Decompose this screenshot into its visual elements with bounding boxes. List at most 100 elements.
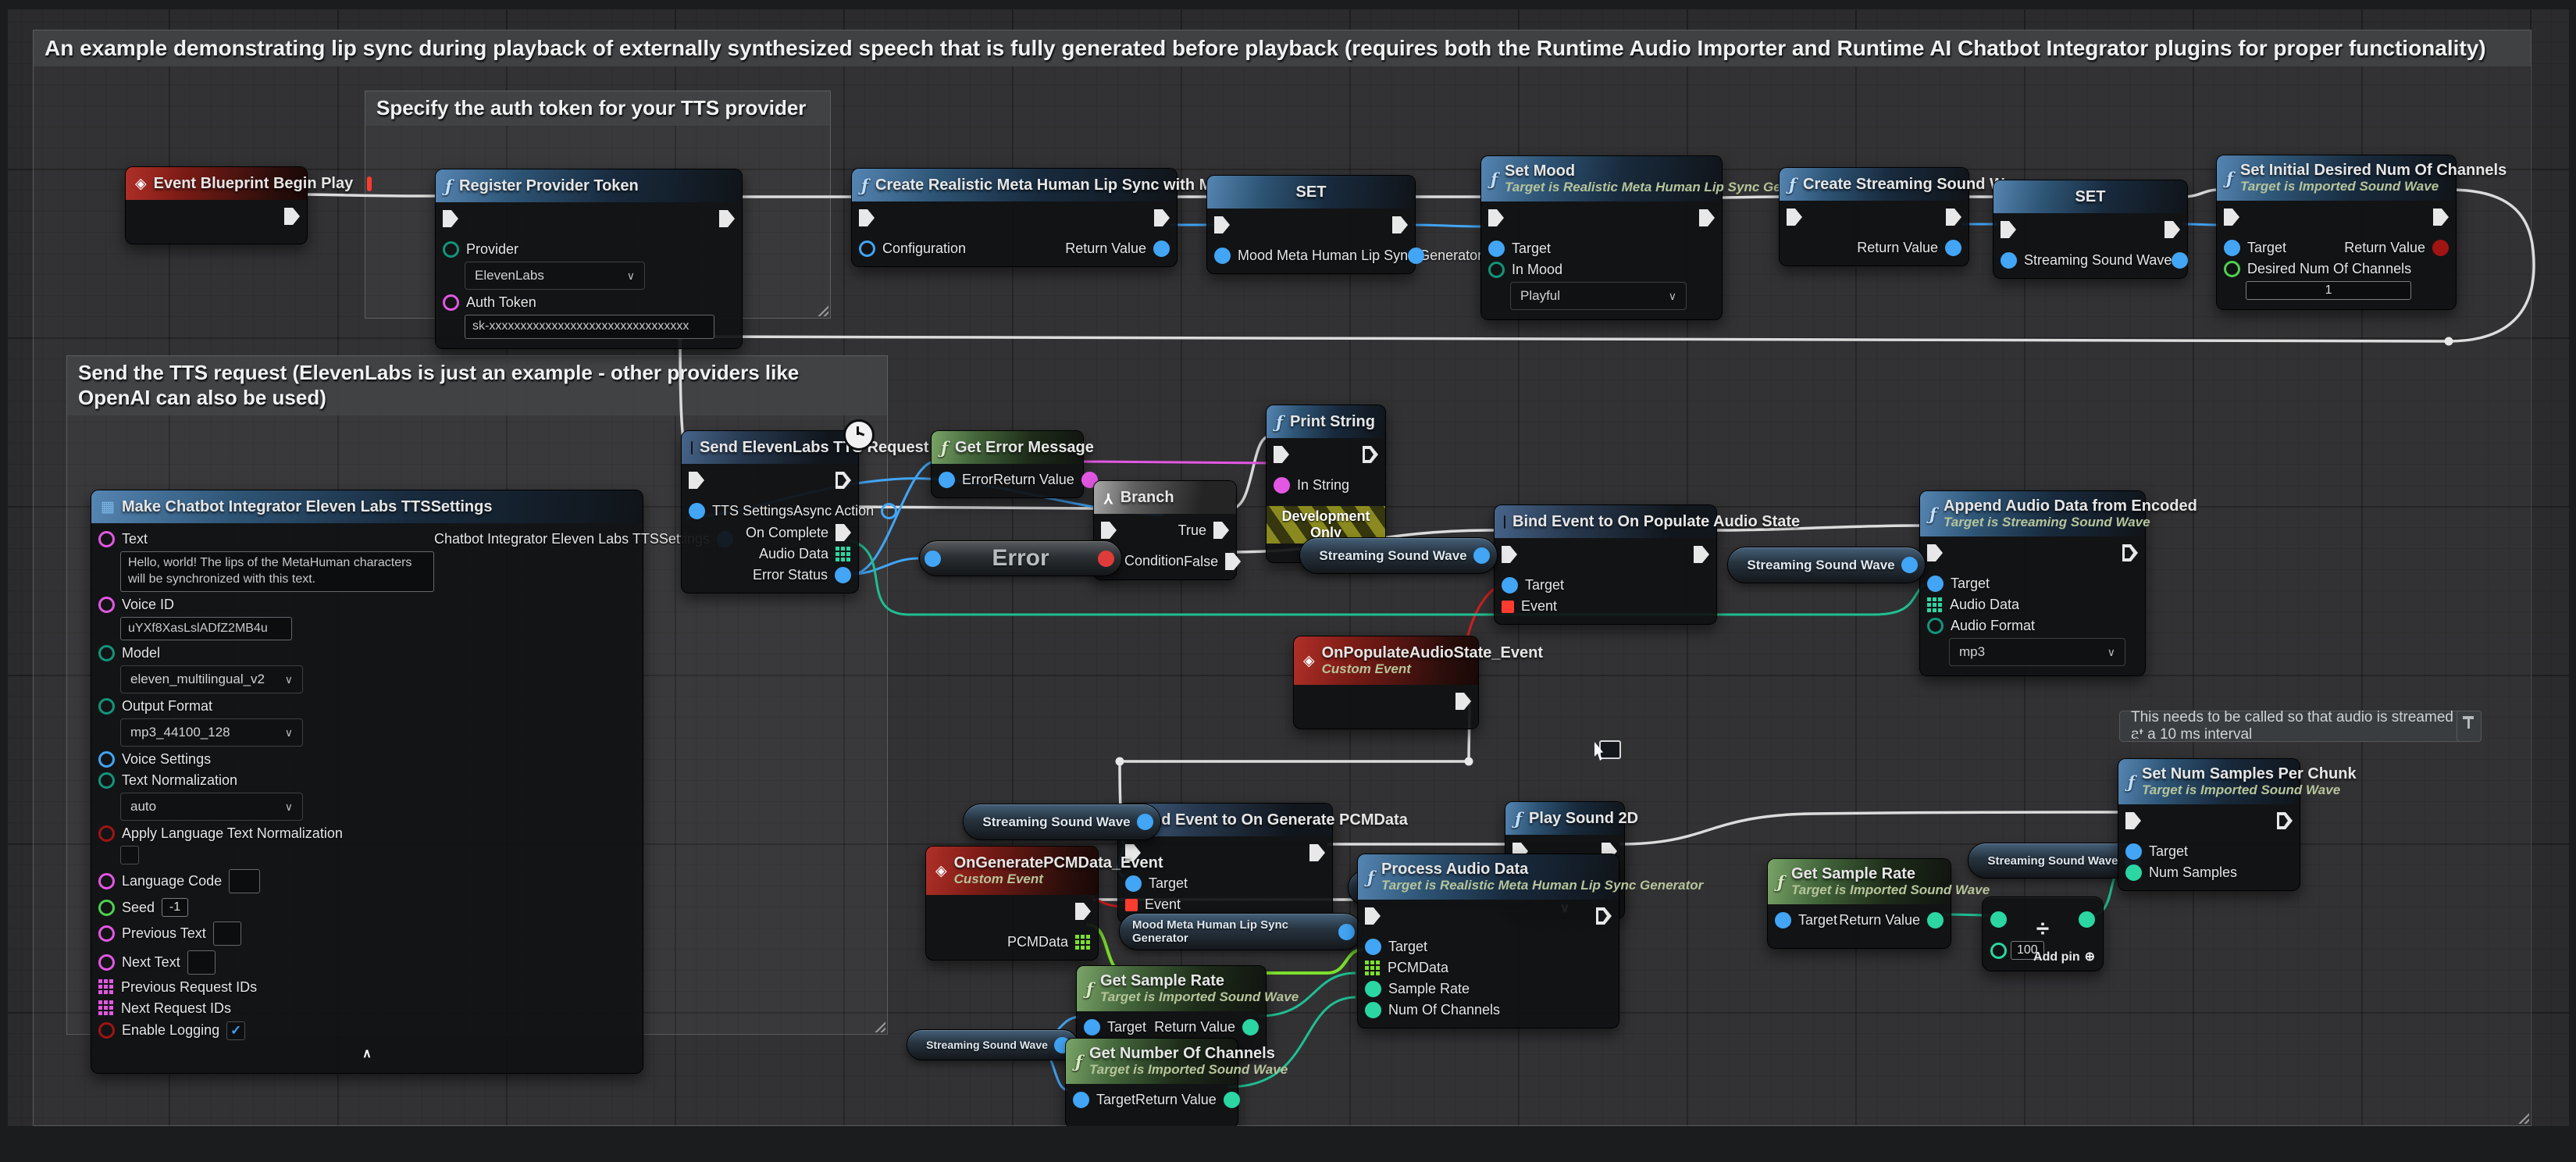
pin-audio-data[interactable]: Audio Data: [1927, 597, 2019, 613]
node-header[interactable]: ƒGet Number Of ChannelsTarget is Importe…: [1066, 1039, 1238, 1084]
data-pin-icon[interactable]: [1927, 618, 1944, 634]
mood-generator-pill[interactable]: Mood Meta Human Lip Sync Generator: [1119, 913, 1363, 950]
delegate-pin-icon[interactable]: [367, 176, 372, 191]
event-begin-play[interactable]: ◈Event Blueprint Begin Play: [125, 166, 308, 244]
exec-pin[interactable]: [1274, 446, 1289, 463]
exec-pin-icon[interactable]: [1488, 209, 1504, 226]
exec-pin[interactable]: [2224, 209, 2239, 226]
delegate-pin-icon[interactable]: [1125, 899, 1138, 911]
exec-pin[interactable]: [689, 472, 704, 489]
dropdown[interactable]: Playful∨: [1510, 282, 1687, 310]
data-pin-icon[interactable]: [1224, 1092, 1240, 1108]
pin-event[interactable]: Event: [1125, 896, 1181, 913]
pin-left[interactable]: [925, 551, 941, 567]
set-num-samples-per-chunk[interactable]: ƒSet Num Samples Per ChunkTarget is Impo…: [2118, 758, 2300, 891]
streaming-sound-wave-pill-3[interactable]: Streaming Sound Wave: [963, 804, 1161, 840]
pin-streaming-sound-wave[interactable]: Streaming Sound Wave: [2001, 252, 2172, 269]
pin-pcmdata[interactable]: PCMData: [1007, 934, 1091, 950]
exec-pin-icon[interactable]: [1154, 209, 1170, 226]
data-pin-icon[interactable]: [443, 294, 459, 311]
data-pin-icon[interactable]: [2224, 261, 2240, 277]
pin-error-status[interactable]: Error Status: [753, 567, 851, 583]
bind-event-on-populate-audio-state[interactable]: Bind Event to On Populate Audio StateTar…: [1494, 504, 1717, 625]
exec-pin-icon[interactable]: [1101, 522, 1117, 539]
exec-pin-icon[interactable]: [1214, 216, 1230, 233]
array-pin-icon[interactable]: [98, 979, 114, 995]
exec-pin[interactable]: [1694, 546, 1709, 563]
data-pin-icon[interactable]: [881, 503, 897, 519]
pin-audio-format[interactable]: Audio Format: [1927, 618, 2125, 634]
pin-target[interactable]: Target: [1365, 939, 1427, 955]
data-pin-icon[interactable]: [1242, 1019, 1259, 1035]
exec-pin[interactable]: On Complete: [746, 524, 851, 541]
divide-operator[interactable]: 100÷Add pin⊕: [1982, 896, 2104, 971]
exec-pin-icon[interactable]: [443, 210, 458, 227]
exec-pin-icon[interactable]: [1392, 216, 1408, 233]
comment-resize-handle[interactable]: [816, 304, 828, 316]
array-pin-icon[interactable]: [1075, 935, 1091, 950]
pin-error[interactable]: Error: [939, 472, 993, 488]
data-pin-icon[interactable]: [2432, 240, 2449, 256]
node-header[interactable]: ƒPrint String: [1267, 405, 1385, 438]
node-header[interactable]: ƒSet Initial Desired Num Of ChannelsTarg…: [2217, 155, 2456, 201]
data-pin-icon[interactable]: [2224, 240, 2240, 256]
exec-pin[interactable]: [1309, 844, 1325, 861]
pin-text-normalization[interactable]: Text Normalization: [98, 772, 303, 789]
create-streaming-sound-wave[interactable]: ƒCreate Streaming Sound WaveReturn Value: [1779, 167, 1969, 266]
checkbox[interactable]: [120, 846, 139, 864]
data-pin-icon[interactable]: [939, 472, 955, 488]
comment-title[interactable]: Send the TTS request (ElevenLabs is just…: [67, 356, 887, 415]
get-number-of-channels[interactable]: ƒGet Number Of ChannelsTarget is Importe…: [1065, 1038, 1238, 1128]
data-pin-icon[interactable]: [1927, 576, 1944, 592]
pin-right[interactable]: [1338, 924, 1355, 940]
exec-pin[interactable]: [1488, 209, 1504, 226]
pin-async-action[interactable]: Async Action: [793, 503, 897, 519]
make-chatbot-ttssettings[interactable]: ▦Make Chatbot Integrator Eleven Labs TTS…: [91, 490, 643, 1074]
exec-pin[interactable]: [443, 210, 458, 227]
exec-pin-icon[interactable]: [1946, 209, 1961, 226]
exec-pin-icon[interactable]: [1927, 544, 1943, 561]
text-input[interactable]: [229, 869, 260, 893]
exec-pin[interactable]: [2001, 221, 2016, 238]
node-header[interactable]: ƒGet Sample RateTarget is Imported Sound…: [1768, 859, 1951, 904]
comment-resize-handle[interactable]: [2517, 1111, 2529, 1124]
array-pin-icon[interactable]: [1927, 597, 1943, 613]
data-pin-icon[interactable]: [689, 503, 705, 519]
dropdown[interactable]: eleven_multilingual_v2∨: [120, 665, 303, 693]
pin-voice-settings[interactable]: Voice Settings: [98, 751, 211, 768]
text-area[interactable]: Hello, world! The lips of the MetaHuman …: [120, 551, 434, 592]
data-pin-icon[interactable]: [98, 825, 115, 842]
node-header[interactable]: ƒCreate Realistic Meta Human Lip Sync wi…: [852, 169, 1177, 201]
exec-pin-icon[interactable]: [859, 209, 875, 226]
blueprint-graph-canvas[interactable]: An example demonstrating lip sync during…: [0, 0, 2576, 1162]
data-pin-icon[interactable]: [1365, 1002, 1381, 1018]
data-pin-icon[interactable]: [2125, 843, 2142, 860]
exec-pin[interactable]: [1927, 544, 1943, 561]
exec-pin[interactable]: [1154, 209, 1170, 226]
node-header[interactable]: ƒSet Num Samples Per ChunkTarget is Impo…: [2118, 759, 2300, 804]
comment-resize-handle[interactable]: [873, 1020, 885, 1032]
data-pin-icon[interactable]: [1775, 912, 1791, 929]
dropdown[interactable]: ElevenLabs∨: [465, 262, 645, 290]
array-pin-icon[interactable]: [98, 1000, 114, 1016]
node-header[interactable]: ƒGet Sample RateTarget is Imported Sound…: [1077, 966, 1266, 1011]
pin-return-value[interactable]: Return Value: [1135, 1092, 1240, 1108]
node-header[interactable]: ◈Event Blueprint Begin Play: [126, 167, 307, 200]
node-header[interactable]: ƒSet MoodTarget is Realistic Meta Human …: [1481, 156, 1722, 201]
pin-model[interactable]: Model: [98, 645, 303, 661]
exec-pin-icon[interactable]: [689, 472, 704, 489]
exec-pin-icon[interactable]: [1365, 907, 1381, 925]
text-input[interactable]: sk-xxxxxxxxxxxxxxxxxxxxxxxxxxxxxxxx: [465, 315, 714, 339]
error-variable-pill[interactable]: Error: [919, 540, 1122, 576]
node-header[interactable]: ƒPlay Sound 2D: [1505, 802, 1624, 835]
exec-pin[interactable]: [1392, 216, 1408, 233]
exec-pin[interactable]: [1502, 546, 1517, 563]
pin-apply-language-text-normalization[interactable]: Apply Language Text Normalization: [98, 825, 343, 842]
on-populate-audio-state-event[interactable]: ◈OnPopulateAudioState_EventCustom Event: [1293, 636, 1479, 729]
data-pin-icon[interactable]: [1945, 240, 1961, 256]
pin-right[interactable]: [1137, 814, 1153, 830]
pin-previous-request-ids[interactable]: Previous Request IDs: [98, 979, 257, 996]
pin-auth-token[interactable]: Auth Token: [443, 294, 714, 311]
node-header[interactable]: SET: [1207, 176, 1415, 209]
streaming-sound-wave-pill-2[interactable]: Streaming Sound Wave: [1727, 547, 1926, 583]
